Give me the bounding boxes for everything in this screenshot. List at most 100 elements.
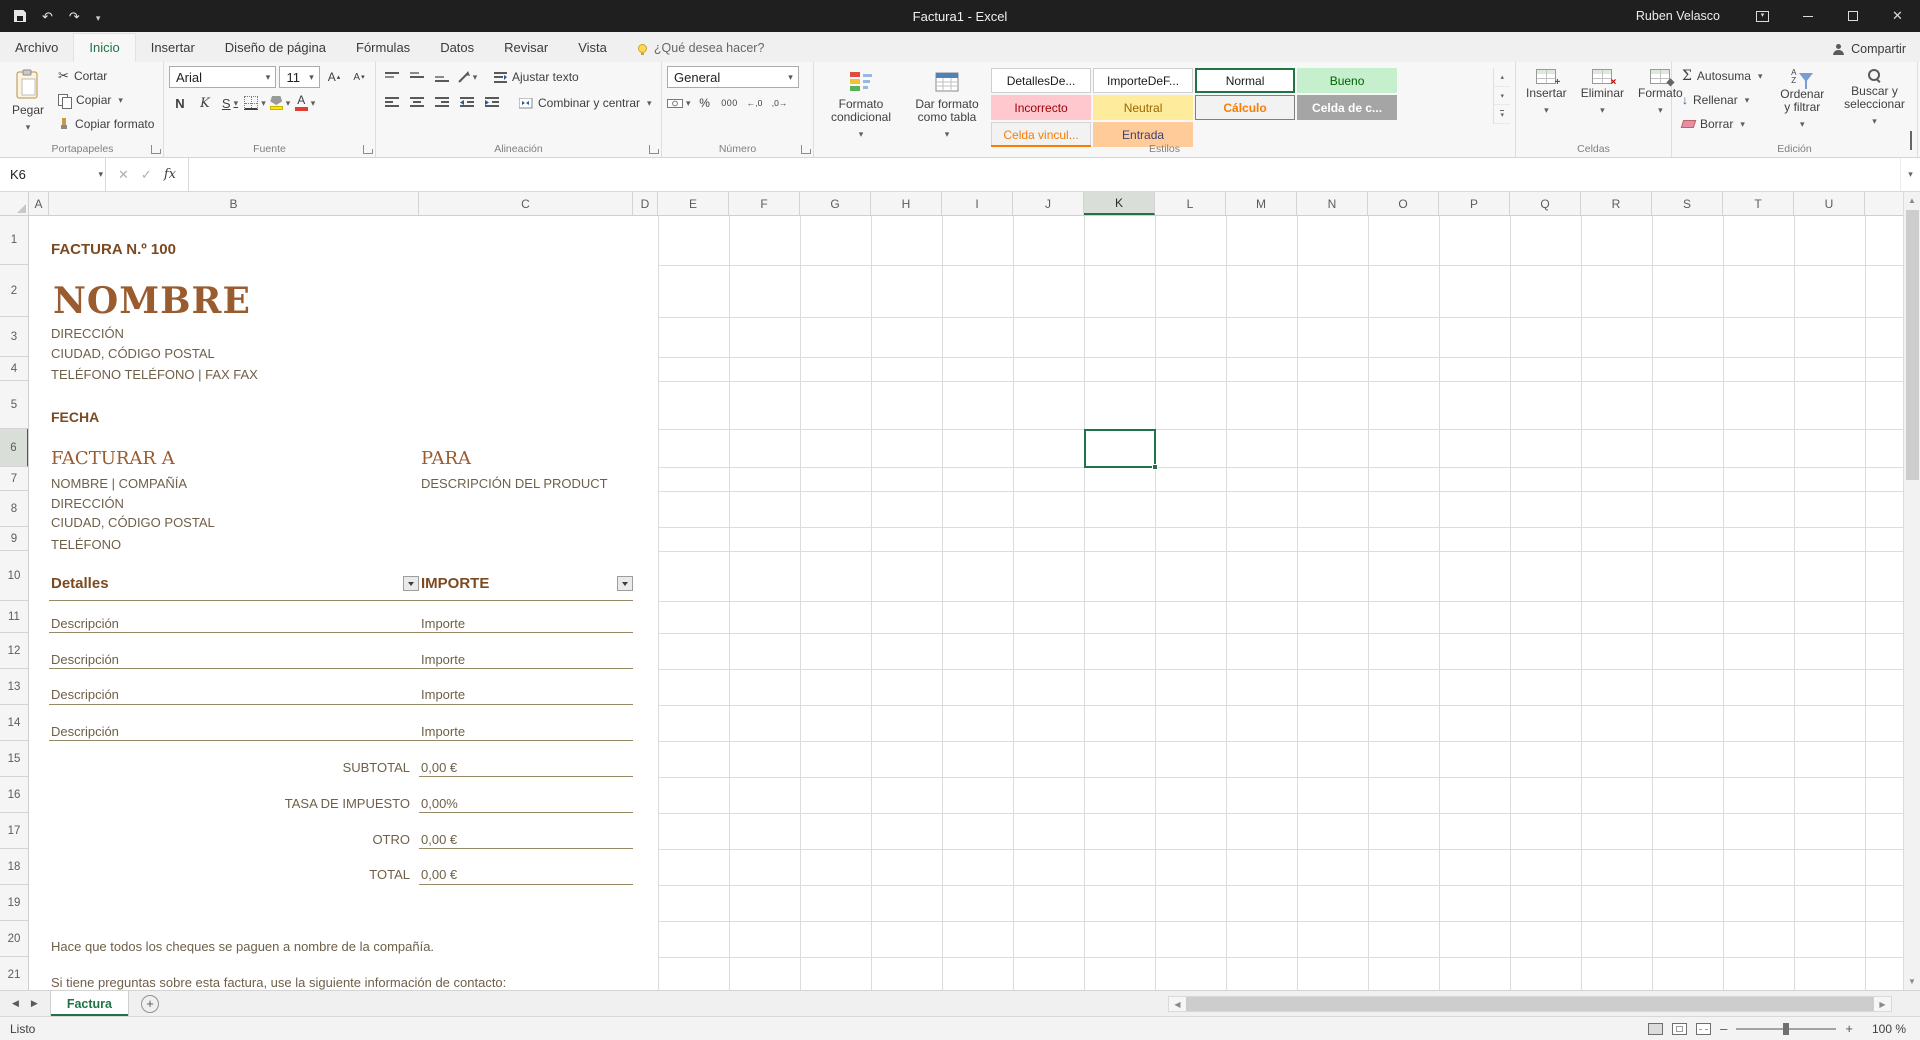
column-header-A[interactable]: A	[29, 192, 49, 215]
number-format-combo[interactable]: General	[667, 66, 799, 88]
row-header-12[interactable]: 12	[0, 633, 28, 669]
close-button[interactable]: ✕	[1875, 0, 1920, 32]
cells-grid[interactable]: FACTURA N.º 100 NOMBRE DIRECCIÓN CIUDAD,…	[29, 216, 1903, 990]
delete-cells-button[interactable]: × Eliminar	[1576, 65, 1629, 141]
font-color-button[interactable]: A	[294, 92, 316, 114]
row-header-19[interactable]: 19	[0, 885, 28, 921]
expand-formula-bar-icon[interactable]	[1900, 158, 1920, 191]
cell-date-label[interactable]: FECHA	[51, 409, 99, 425]
new-sheet-button[interactable]	[141, 994, 159, 1013]
align-left-button[interactable]	[381, 92, 403, 114]
copy-button[interactable]: Copiar	[53, 89, 159, 111]
horizontal-scroll-thumb[interactable]	[1186, 997, 1874, 1011]
column-header-G[interactable]: G	[800, 192, 871, 215]
find-select-button[interactable]: Buscar y seleccionar	[1837, 65, 1912, 141]
align-bottom-button[interactable]	[431, 66, 453, 88]
align-top-button[interactable]	[381, 66, 403, 88]
row-header-15[interactable]: 15	[0, 741, 28, 777]
column-header-H[interactable]: H	[871, 192, 942, 215]
column-header-O[interactable]: O	[1368, 192, 1439, 215]
font-name-dropdown-icon[interactable]	[260, 67, 275, 87]
font-name-combo[interactable]: Arial	[169, 66, 277, 88]
percent-style-button[interactable]: %	[694, 92, 716, 114]
cell-invoice-number[interactable]: FACTURA N.º 100	[51, 241, 176, 258]
column-header-U[interactable]: U	[1794, 192, 1865, 215]
cell-item-desc-4[interactable]: Descripción	[51, 724, 119, 739]
column-header-R[interactable]: R	[1581, 192, 1652, 215]
gallery-scroll-down-icon[interactable]: ▾	[1494, 87, 1510, 106]
row-header-2[interactable]: 2	[0, 265, 28, 317]
cut-button[interactable]: Cortar	[53, 65, 159, 87]
cell-para-label[interactable]: PARA	[421, 448, 471, 469]
zoom-out-icon[interactable]: –	[1720, 1021, 1727, 1036]
cell-item-desc-3[interactable]: Descripción	[51, 687, 119, 702]
format-as-table-button[interactable]: Dar formato como tabla	[907, 65, 987, 141]
sort-filter-button[interactable]: AZ Ordenar y filtrar	[1771, 65, 1833, 141]
bold-button[interactable]: N	[169, 92, 191, 114]
save-icon[interactable]	[14, 10, 26, 22]
row-header-11[interactable]: 11	[0, 601, 28, 633]
cell-subtotal-value[interactable]: 0,00 €	[421, 760, 457, 775]
column-header-M[interactable]: M	[1226, 192, 1297, 215]
minimize-button[interactable]	[1785, 0, 1830, 32]
column-header-K[interactable]: K	[1084, 192, 1155, 215]
increase-font-button[interactable]: A	[323, 66, 345, 88]
page-layout-view-icon[interactable]	[1672, 1022, 1688, 1035]
align-right-button[interactable]	[431, 92, 453, 114]
page-break-view-icon[interactable]	[1696, 1022, 1712, 1035]
merge-center-button[interactable]: Combinar y centrar	[514, 92, 657, 114]
align-middle-button[interactable]	[406, 66, 428, 88]
row-header-9[interactable]: 9	[0, 527, 28, 551]
alignment-dialog-launcher[interactable]	[649, 145, 659, 154]
tab-inicio[interactable]: Inicio	[73, 33, 136, 62]
cell-company-address2[interactable]: CIUDAD, CÓDIGO POSTAL	[51, 346, 215, 361]
cell-company-name[interactable]: NOMBRE	[53, 280, 251, 322]
column-header-F[interactable]: F	[729, 192, 800, 215]
column-header-Q[interactable]: Q	[1510, 192, 1581, 215]
row-header-5[interactable]: 5	[0, 381, 28, 429]
cell-details-header[interactable]: Detalles	[51, 575, 109, 592]
cell-total-value[interactable]: 0,00 €	[421, 867, 457, 882]
cell-client-name[interactable]: NOMBRE | COMPAÑÍA	[51, 476, 187, 491]
fill-button[interactable]: ↓ Rellenar	[1677, 89, 1767, 111]
sheet-tab-factura[interactable]: Factura	[49, 991, 129, 1016]
normal-view-icon[interactable]	[1648, 1022, 1664, 1035]
number-format-dropdown-icon[interactable]	[783, 67, 798, 87]
undo-icon[interactable]: ↶	[42, 10, 53, 23]
cell-client-address2[interactable]: CIUDAD, CÓDIGO POSTAL	[51, 515, 215, 530]
vertical-scrollbar[interactable]	[1903, 192, 1920, 990]
number-dialog-launcher[interactable]	[801, 145, 811, 154]
zoom-level[interactable]: 100 %	[1862, 1022, 1906, 1036]
sort-filter-dropdown-icon[interactable]	[1800, 117, 1805, 131]
cell-other-value[interactable]: 0,00 €	[421, 832, 457, 847]
cell-style-chip-4[interactable]: Bueno	[1297, 68, 1398, 93]
paste-dropdown-icon[interactable]	[26, 120, 31, 134]
customize-qat-icon[interactable]	[96, 8, 101, 24]
cell-note-2[interactable]: Si tiene preguntas sobre esta factura, u…	[51, 975, 506, 990]
cell-amount-header[interactable]: IMPORTE	[421, 575, 489, 592]
cell-client-phone[interactable]: TELÉFONO	[51, 537, 121, 552]
gallery-scroll-up-icon[interactable]: ▴	[1494, 68, 1510, 87]
cell-other-label[interactable]: OTRO	[160, 832, 410, 847]
name-box-dropdown-icon[interactable]	[98, 158, 103, 191]
tab-revisar[interactable]: Revisar	[489, 34, 563, 62]
autosum-button[interactable]: Σ Autosuma	[1677, 65, 1767, 87]
cell-company-phone[interactable]: TELÉFONO TELÉFONO | FAX FAX	[51, 367, 258, 382]
cell-subtotal-label[interactable]: SUBTOTAL	[160, 760, 410, 775]
sheet-nav-left-icon[interactable]	[12, 998, 19, 1009]
cell-company-address1[interactable]: DIRECCIÓN	[51, 326, 124, 341]
cancel-entry-icon[interactable]: ✕	[118, 167, 129, 183]
row-header-18[interactable]: 18	[0, 849, 28, 885]
column-header-B[interactable]: B	[49, 192, 419, 215]
cell-item-amount-4[interactable]: Importe	[421, 724, 465, 739]
column-header-E[interactable]: E	[658, 192, 729, 215]
clear-button[interactable]: Borrar	[1677, 113, 1767, 135]
scroll-down-icon[interactable]	[1904, 973, 1920, 990]
row-header-16[interactable]: 16	[0, 777, 28, 813]
cell-note-1[interactable]: Hace que todos los cheques se paguen a n…	[51, 939, 434, 954]
row-header-4[interactable]: 4	[0, 357, 28, 381]
insert-cells-button[interactable]: + Insertar	[1521, 65, 1572, 141]
comma-style-button[interactable]: 000	[719, 92, 741, 114]
confirm-entry-icon[interactable]: ✓	[141, 167, 152, 183]
tell-me-search[interactable]: ¿Qué desea hacer?	[637, 41, 764, 62]
